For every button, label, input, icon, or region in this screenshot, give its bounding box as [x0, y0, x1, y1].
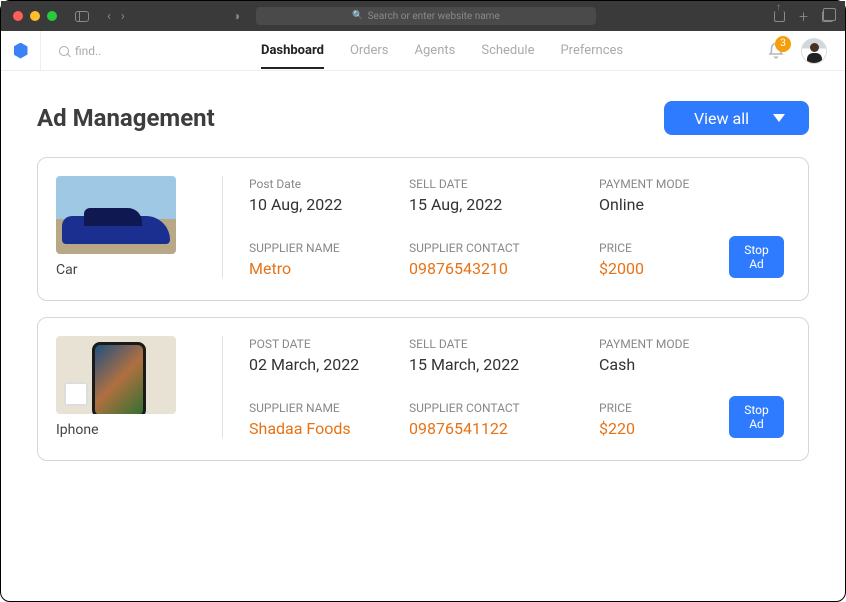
payment-mode-value: Online: [599, 195, 644, 214]
forward-icon[interactable]: ›: [121, 9, 125, 24]
app-header: find.. Dashboard Orders Agents Schedule …: [1, 31, 845, 71]
notification-badge: 3: [775, 36, 791, 52]
supplier-contact-value: 09876541122: [409, 419, 508, 438]
sell-date-value: 15 March, 2022: [409, 355, 519, 374]
page-title: Ad Management: [37, 104, 215, 132]
sell-date-label: SELL DATE: [409, 177, 468, 191]
share-icon[interactable]: [774, 11, 785, 22]
post-date-value: 10 Aug, 2022: [249, 195, 342, 214]
view-all-label: View all: [694, 109, 749, 128]
address-placeholder: Search or enter website name: [368, 11, 500, 22]
ad-thumbnail-column: Car: [56, 176, 196, 278]
tab-preferences[interactable]: Prefernces: [560, 32, 623, 69]
post-date-label: Post Date: [249, 177, 301, 191]
maximize-window-icon[interactable]: [47, 11, 57, 21]
view-all-button[interactable]: View all: [664, 101, 809, 135]
payment-mode-label: PAYMENT MODE: [599, 337, 689, 351]
logo-icon: [14, 43, 28, 59]
post-date-value: 02 March, 2022: [249, 355, 359, 374]
tabs-overview-icon[interactable]: [822, 11, 833, 22]
address-bar[interactable]: 🔍 Search or enter website name: [256, 7, 596, 25]
tab-dashboard[interactable]: Dashboard: [261, 32, 324, 69]
minimize-window-icon[interactable]: [30, 11, 40, 21]
sell-date-label: SELL DATE: [409, 337, 468, 351]
ad-details: POST DATE 02 March, 2022 SELL DATE 15 Marc…: [249, 336, 784, 438]
nav-tabs: Dashboard Orders Agents Schedule Prefern…: [261, 32, 623, 69]
divider: [222, 336, 223, 438]
nav-arrows: ‹ ›: [107, 9, 125, 24]
privacy-shield-icon[interactable]: ◑: [233, 9, 240, 23]
tab-schedule[interactable]: Schedule: [481, 32, 534, 69]
new-tab-icon[interactable]: +: [799, 7, 808, 26]
supplier-name-value: Shadaa Foods: [249, 419, 351, 438]
price-label: PRICE: [599, 241, 632, 255]
search-icon: 🔍: [352, 11, 363, 21]
back-icon[interactable]: ‹: [107, 9, 111, 24]
notifications-button[interactable]: 3: [767, 42, 785, 60]
supplier-name-label: SUPPLIER NAME: [249, 241, 340, 255]
stop-ad-button[interactable]: Stop Ad: [729, 236, 784, 278]
window-controls: [13, 11, 57, 21]
sell-date-value: 15 Aug, 2022: [409, 195, 502, 214]
search-icon: [59, 46, 69, 56]
supplier-name-label: SUPPLIER NAME: [249, 401, 340, 415]
ad-details: Post Date 10 Aug, 2022 SELL DATE 15 Aug, 2…: [249, 176, 784, 278]
price-label: PRICE: [599, 401, 632, 415]
ad-card: Iphone POST DATE 02 March, 2022 SELL DATE…: [37, 317, 809, 461]
page-content: Ad Management View all Car Post Date 10 A…: [1, 71, 845, 507]
ad-name: Car: [56, 262, 196, 278]
supplier-name-value: Metro: [249, 259, 291, 278]
page-header: Ad Management View all: [37, 101, 809, 135]
divider: [222, 176, 223, 278]
ad-thumbnail: [56, 176, 176, 254]
logo-container[interactable]: [1, 31, 41, 71]
tab-agents[interactable]: Agents: [415, 32, 456, 69]
chevron-down-icon: [773, 114, 785, 122]
payment-mode-value: Cash: [599, 355, 635, 374]
supplier-contact-value: 09876543210: [409, 259, 508, 278]
supplier-contact-label: SUPPLIER CONTACT: [409, 241, 520, 255]
ad-thumbnail: [56, 336, 176, 414]
search-input[interactable]: find..: [41, 44, 221, 58]
browser-chrome: ‹ › ◑ 🔍 Search or enter website name +: [1, 1, 845, 31]
price-value: $220: [599, 419, 635, 438]
supplier-contact-label: SUPPLIER CONTACT: [409, 401, 520, 415]
close-window-icon[interactable]: [13, 11, 23, 21]
price-value: $2000: [599, 259, 644, 278]
avatar[interactable]: [801, 38, 827, 64]
payment-mode-label: PAYMENT MODE: [599, 177, 689, 191]
post-date-label: POST DATE: [249, 337, 311, 351]
ad-name: Iphone: [56, 422, 196, 438]
stop-ad-button[interactable]: Stop Ad: [729, 396, 784, 438]
search-placeholder: find..: [75, 44, 101, 58]
ad-card: Car Post Date 10 Aug, 2022 SELL DATE 15 Au…: [37, 157, 809, 301]
ad-thumbnail-column: Iphone: [56, 336, 196, 438]
tab-orders[interactable]: Orders: [350, 32, 389, 69]
sidebar-toggle-icon[interactable]: [75, 11, 89, 22]
